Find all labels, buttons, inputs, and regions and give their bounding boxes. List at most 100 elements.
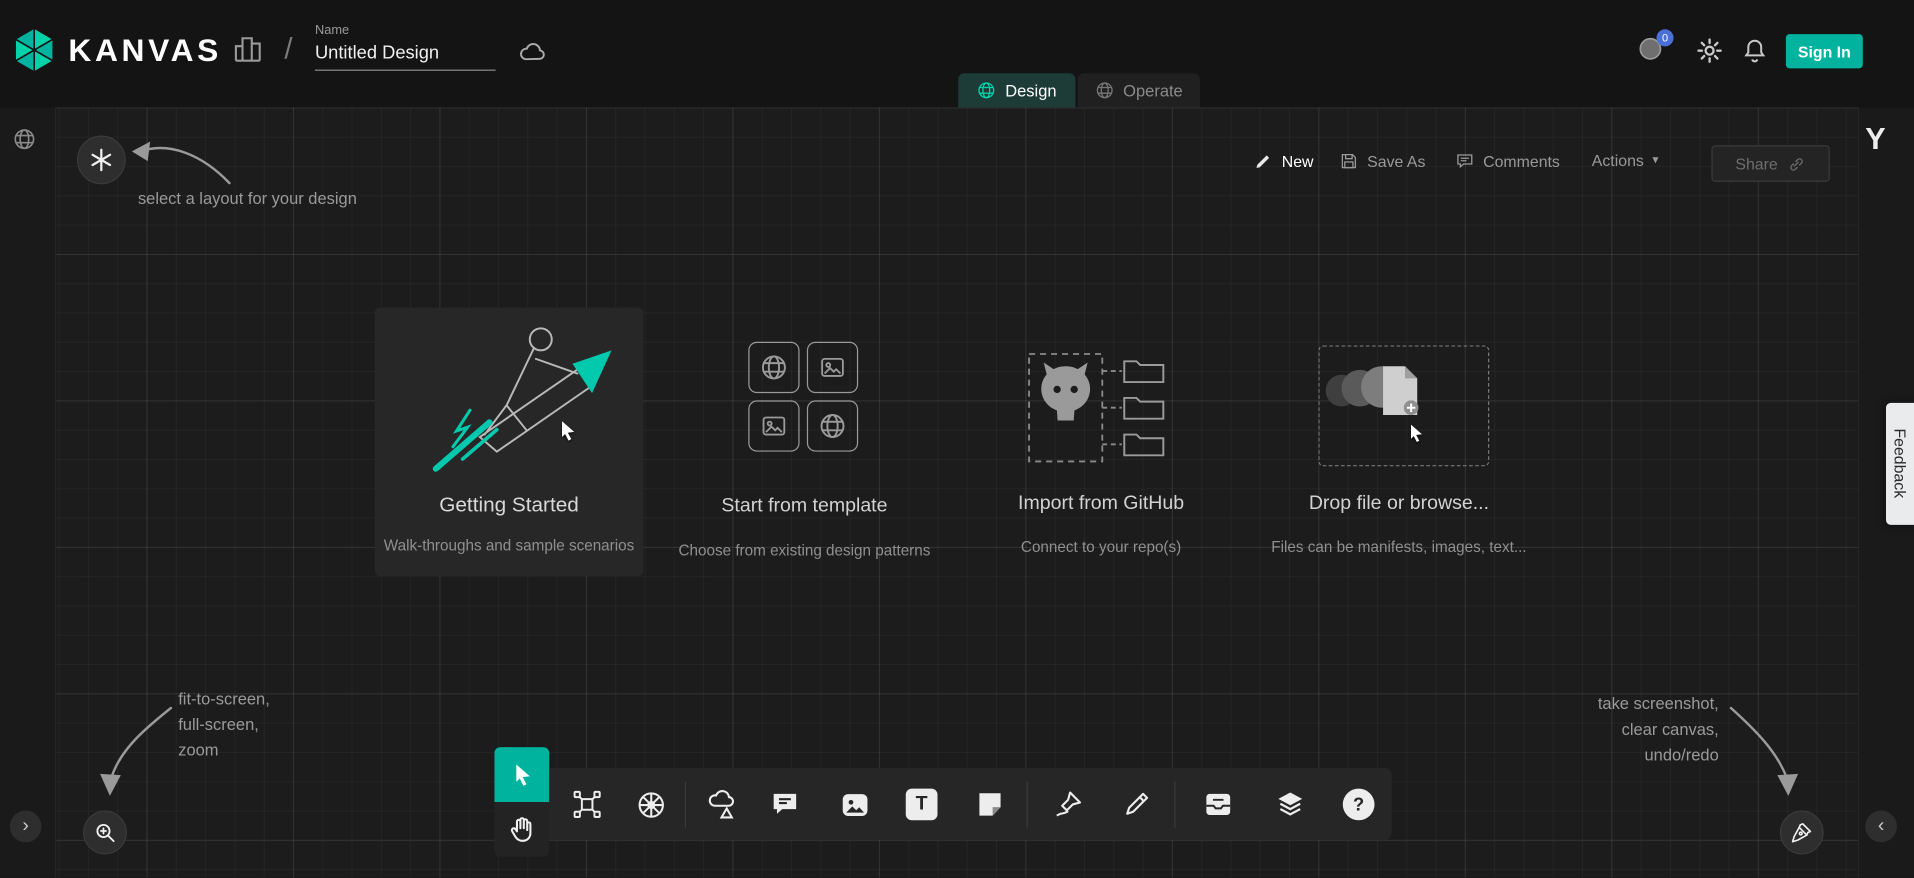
pencil-icon	[1254, 151, 1274, 171]
kanvas-logo-icon	[12, 26, 56, 75]
design-tab-icon	[977, 81, 997, 101]
fountain-pen-icon	[1790, 820, 1814, 844]
left-rail	[0, 107, 56, 877]
hand-icon	[507, 815, 536, 844]
text-tool-button[interactable]: T	[902, 785, 941, 824]
save-as-button[interactable]: Save As	[1339, 151, 1425, 171]
github-caption: Connect to your repo(s)	[961, 538, 1242, 555]
kanvas-app: KANVAS / Name 0 Sign In D	[0, 0, 1914, 878]
comments-button[interactable]: Comments	[1455, 151, 1560, 171]
organization-icon[interactable]	[232, 33, 264, 65]
shapes-icon	[704, 788, 737, 821]
design-canvas[interactable]: select a layout for your design New Save…	[0, 107, 1914, 877]
new-label: New	[1282, 152, 1314, 170]
share-button[interactable]: Share	[1711, 145, 1829, 182]
getting-started-caption: Walk-throughs and sample scenarios	[369, 537, 650, 554]
sticky-note-icon	[974, 789, 1006, 821]
start-from-template-card[interactable]	[748, 342, 860, 452]
settings-gear-icon[interactable]	[1696, 37, 1724, 65]
template-title: Start from template	[670, 496, 939, 518]
drop-caption: Files can be manifests, images, text...	[1259, 538, 1540, 555]
design-tab-label: Design	[1005, 81, 1056, 99]
drop-file-card[interactable]	[1318, 345, 1489, 466]
template-card-spiral-2	[807, 400, 858, 451]
layers-tool-button[interactable]	[1271, 785, 1310, 824]
brand-name: KANVAS	[68, 31, 222, 69]
bottom-left-hint-arrow	[98, 701, 179, 801]
design-name-input[interactable]	[315, 39, 496, 71]
new-button[interactable]: New	[1254, 151, 1314, 171]
design-name-field: Name	[315, 23, 496, 71]
cloud-sync-icon[interactable]	[518, 37, 547, 66]
credits-badge: 0	[1656, 29, 1673, 46]
layers-icon	[1274, 789, 1306, 821]
expand-left-panel-chevron[interactable]: ›	[10, 811, 42, 843]
zoom-button[interactable]	[83, 811, 127, 855]
toolbar-divider	[685, 781, 686, 827]
image-icon	[759, 411, 788, 440]
help-tool-button[interactable]: ?	[1339, 785, 1378, 824]
hint-undo-redo: undo/redo	[1562, 742, 1718, 768]
template-card-image-2	[748, 400, 799, 451]
spiral-icon	[818, 411, 847, 440]
drop-title: Drop file or browse...	[1265, 493, 1534, 515]
pencil-outline-icon	[1121, 789, 1153, 821]
credits-indicator[interactable]: 0	[1637, 35, 1666, 64]
primary-tool-column	[494, 747, 549, 857]
image-tool-button[interactable]	[835, 785, 874, 824]
select-tool-button[interactable]	[494, 747, 549, 802]
shapes-tool-button[interactable]	[701, 785, 740, 824]
template-card-spiral	[748, 342, 799, 393]
bottom-right-hint-arrow	[1724, 701, 1802, 801]
drawer-icon	[1202, 789, 1234, 821]
comment-tool-button[interactable]	[765, 785, 804, 824]
kubernetes-tool-button[interactable]	[631, 785, 670, 824]
sticky-note-tool-button[interactable]	[970, 785, 1009, 824]
hint-zoom: zoom	[178, 737, 270, 763]
link-icon	[1788, 154, 1806, 172]
template-card-image	[807, 342, 858, 393]
getting-started-card[interactable]	[375, 308, 644, 577]
comments-label: Comments	[1483, 152, 1560, 170]
pan-tool-button[interactable]	[494, 802, 549, 857]
hint-full-screen: full-screen,	[178, 712, 270, 738]
github-octocat-icon	[1041, 363, 1090, 421]
drawer-tool-button[interactable]	[1199, 785, 1238, 824]
import-from-github-card[interactable]	[1019, 349, 1183, 471]
y-logo[interactable]: Y	[1865, 122, 1885, 157]
sparkle-icon	[89, 148, 113, 172]
actions-label: Actions	[1592, 151, 1644, 169]
sign-in-button[interactable]: Sign In	[1786, 34, 1863, 68]
image-icon	[838, 788, 871, 821]
drop-file-illustration	[1320, 347, 1487, 464]
magnifier-icon	[93, 820, 117, 844]
toolbar-divider	[1174, 781, 1175, 827]
feedback-tab[interactable]: Feedback	[1886, 403, 1914, 525]
helm-wheel-icon	[634, 788, 667, 821]
template-caption: Choose from existing design patterns	[664, 542, 945, 559]
getting-started-title: Getting Started	[375, 493, 644, 517]
layout-hint-arrow	[126, 132, 238, 193]
meshery-rail-icon[interactable]	[12, 127, 36, 151]
components-tool-button[interactable]	[568, 785, 607, 824]
layout-select-button[interactable]	[77, 135, 126, 184]
toolbar-divider	[1027, 781, 1028, 827]
sketch-tool-button[interactable]	[1117, 785, 1156, 824]
share-label: Share	[1735, 154, 1777, 172]
github-title: Import from GitHub	[967, 493, 1236, 515]
speech-bubble-icon	[769, 789, 801, 821]
annotate-pen-tool-button[interactable]	[1049, 785, 1088, 824]
notifications-bell-icon[interactable]	[1741, 37, 1769, 65]
hint-fit-to-screen: fit-to-screen,	[178, 686, 270, 712]
floppy-icon	[1339, 151, 1359, 171]
expand-right-panel-chevron[interactable]: ‹	[1865, 811, 1897, 843]
kanvas-logo[interactable]: KANVAS	[12, 26, 222, 75]
image-icon	[818, 353, 847, 382]
pen-mode-button[interactable]	[1780, 811, 1824, 855]
spiral-icon	[759, 353, 788, 382]
tab-design[interactable]: Design	[958, 73, 1075, 107]
cursor-icon	[508, 761, 535, 788]
tab-operate[interactable]: Operate	[1078, 73, 1200, 107]
actions-dropdown[interactable]: Actions ▾	[1592, 151, 1659, 169]
operate-tab-icon	[1095, 81, 1115, 101]
